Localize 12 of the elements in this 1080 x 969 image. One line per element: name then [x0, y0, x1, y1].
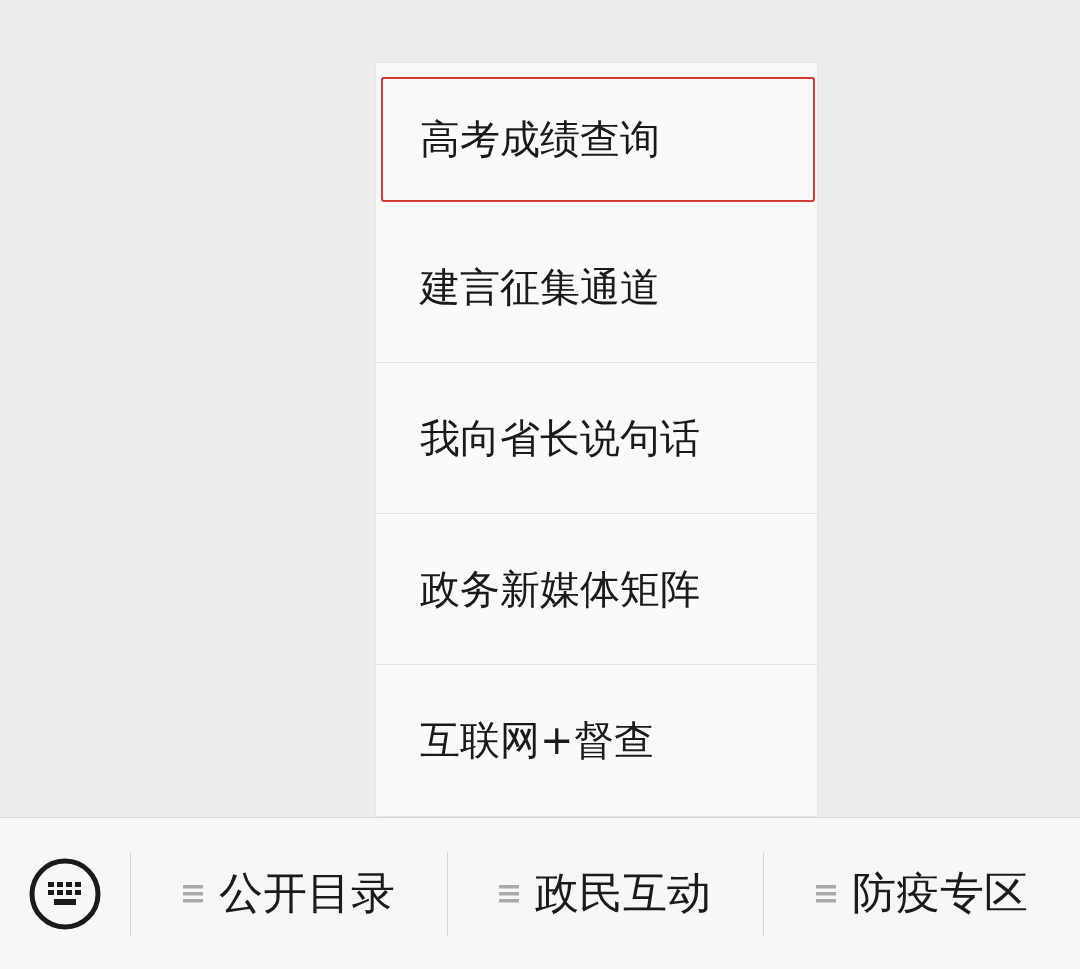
- keyboard-icon[interactable]: [27, 856, 102, 931]
- menu-item[interactable]: 建言征集通道: [376, 212, 817, 363]
- menu-icon: [499, 882, 520, 905]
- menu-icon: [816, 882, 837, 905]
- menu-tab[interactable]: 政民互动: [447, 851, 765, 936]
- menu-tab[interactable]: 防疫专区: [764, 851, 1080, 936]
- menu-item[interactable]: 我向省长说句话: [376, 363, 817, 514]
- menu-item[interactable]: 政务新媒体矩阵: [376, 514, 817, 665]
- menu-item[interactable]: 高考成绩查询: [381, 77, 815, 202]
- menu-tab[interactable]: 公开目录: [130, 851, 448, 936]
- menu-item[interactable]: 互联网+督查: [376, 665, 817, 816]
- menu-icon: [182, 882, 203, 905]
